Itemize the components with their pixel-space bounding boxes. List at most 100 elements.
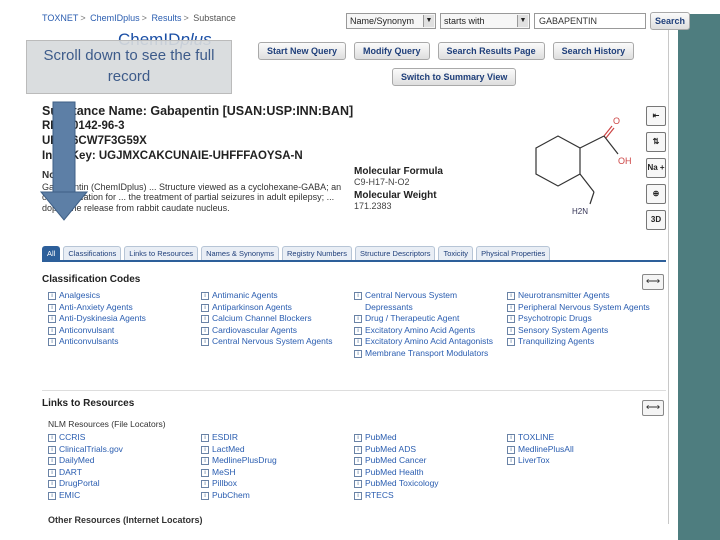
- list-item[interactable]: i Central Nervous System Agents: [201, 336, 354, 348]
- info-icon: i: [354, 338, 362, 346]
- list-item[interactable]: i Pillbox: [201, 478, 354, 490]
- links-column: i PubMed i PubMed ADS i PubMed Cancer i PubM…: [354, 432, 507, 501]
- search-results-page-button[interactable]: Search Results Page: [437, 42, 545, 60]
- expand-classification-button[interactable]: ⟷: [642, 274, 664, 290]
- nlm-resources-label: NLM Resources (File Locators): [48, 419, 166, 429]
- info-icon: i: [48, 434, 56, 442]
- breadcrumb-results[interactable]: Results: [151, 13, 181, 23]
- tab-names-synonyms[interactable]: Names & Synonyms: [201, 246, 280, 260]
- info-icon: i: [201, 491, 209, 500]
- list-item[interactable]: i Anticonvulsant: [48, 325, 201, 337]
- search-history-button[interactable]: Search History: [552, 42, 635, 60]
- list-item[interactable]: i Peripheral Nervous System Agents: [507, 302, 658, 314]
- list-item[interactable]: i TOXLINE: [507, 432, 658, 444]
- info-icon: i: [48, 468, 56, 477]
- list-item[interactable]: i Analgesics: [48, 290, 201, 302]
- breadcrumb-chemidplus[interactable]: ChemIDplus: [90, 13, 140, 23]
- list-item[interactable]: i Antiparkinson Agents: [201, 302, 354, 314]
- tab-links-to-resources[interactable]: Links to Resources: [124, 246, 199, 260]
- tab-toxicity[interactable]: Toxicity: [438, 246, 474, 260]
- tab-classifications[interactable]: Classifications: [63, 246, 122, 260]
- search-mode-select[interactable]: starts with ▼: [440, 13, 530, 29]
- info-icon: i: [201, 303, 209, 312]
- tab-physical-properties[interactable]: Physical Properties: [476, 246, 551, 260]
- list-item[interactable]: i MedlinePlusAll: [507, 444, 658, 456]
- list-item[interactable]: i LiverTox: [507, 455, 658, 467]
- list-item[interactable]: i PubChem: [201, 490, 354, 502]
- list-item[interactable]: i DART: [48, 467, 201, 479]
- links-title: Links to Resources: [42, 398, 135, 409]
- info-icon: i: [48, 326, 56, 335]
- modify-query-button[interactable]: Modify Query: [354, 42, 430, 60]
- list-item[interactable]: i Sensory System Agents: [507, 325, 658, 337]
- links-section: Links to Resources ⟷: [42, 398, 666, 416]
- 3d-view-button[interactable]: 3D: [646, 210, 666, 230]
- swap-icon[interactable]: ⇅: [646, 132, 666, 152]
- info-icon: i: [354, 491, 362, 500]
- list-item[interactable]: i ClinicalTrials.gov: [48, 444, 201, 456]
- info-icon: i: [354, 457, 362, 465]
- list-item[interactable]: i MeSH: [201, 467, 354, 479]
- expand-links-button[interactable]: ⟷: [642, 400, 664, 416]
- list-item[interactable]: i Cardiovascular Agents: [201, 325, 354, 337]
- info-icon: i: [201, 338, 209, 346]
- list-item[interactable]: i Neurotransmitter Agents: [507, 290, 658, 302]
- list-item[interactable]: i Antimanic Agents: [201, 290, 354, 302]
- switch-summary-view-button[interactable]: Switch to Summary View: [392, 68, 517, 86]
- tabs-underline: [42, 260, 666, 262]
- info-icon: i: [201, 480, 209, 488]
- tab-registry-numbers[interactable]: Registry Numbers: [282, 246, 353, 260]
- list-item[interactable]: i PubMed Toxicology: [354, 478, 507, 490]
- list-item[interactable]: i MedlinePlusDrug: [201, 455, 354, 467]
- info-icon: i: [507, 338, 515, 346]
- tab-all[interactable]: All: [42, 246, 61, 260]
- classification-section: Classification Codes ⟷: [42, 274, 666, 290]
- tab-structure-descriptors[interactable]: Structure Descriptors: [355, 246, 436, 260]
- search-field-select[interactable]: Name/Synonym ▼: [346, 13, 436, 29]
- list-item[interactable]: i Excitatory Amino Acid Agents: [354, 325, 507, 337]
- zoom-icon[interactable]: ⊕: [646, 184, 666, 204]
- formula-label: Molecular Formula: [354, 166, 443, 177]
- info-icon: i: [354, 315, 362, 323]
- oxygen-atom: O: [613, 116, 620, 126]
- list-item[interactable]: i PubMed Cancer: [354, 455, 507, 467]
- list-item[interactable]: i PubMed Health: [354, 467, 507, 479]
- exit-icon[interactable]: ⇤: [646, 106, 666, 126]
- info-icon: i: [48, 480, 56, 488]
- list-item[interactable]: i Excitatory Amino Acid Antagonists: [354, 336, 507, 348]
- list-item[interactable]: i CCRIS: [48, 432, 201, 444]
- list-item[interactable]: i Central Nervous System Depressants: [354, 290, 507, 313]
- list-item[interactable]: i PubMed: [354, 432, 507, 444]
- molecular-info: Molecular Formula C9-H17-N-O2 Molecular …: [354, 166, 504, 211]
- list-item[interactable]: i Drug / Therapeutic Agent: [354, 313, 507, 325]
- classification-column: i Central Nervous System Depressants i Dru…: [354, 290, 507, 359]
- list-item[interactable]: i Anticonvulsants: [48, 336, 201, 348]
- list-item[interactable]: i EMIC: [48, 490, 201, 502]
- list-item[interactable]: i Calcium Channel Blockers: [201, 313, 354, 325]
- breadcrumb-toxnet[interactable]: TOXNET: [42, 13, 78, 23]
- list-item[interactable]: i ESDIR: [201, 432, 354, 444]
- info-icon: i: [354, 292, 362, 300]
- list-item[interactable]: i RTECS: [354, 490, 507, 502]
- sodium-toggle-button[interactable]: Na +: [646, 158, 666, 178]
- list-item[interactable]: i PubMed ADS: [354, 444, 507, 456]
- list-item[interactable]: i Tranquilizing Agents: [507, 336, 658, 348]
- list-item[interactable]: i Membrane Transport Modulators: [354, 348, 507, 360]
- list-item[interactable]: i Psychotropic Drugs: [507, 313, 658, 325]
- search-button[interactable]: Search: [650, 12, 690, 30]
- info-icon: i: [354, 480, 362, 488]
- links-column: i ESDIR i LactMed i MedlinePlusDrug i MeSH i…: [201, 432, 354, 501]
- info-icon: i: [507, 445, 515, 454]
- list-item[interactable]: i Anti-Dyskinesia Agents: [48, 313, 201, 325]
- info-icon: i: [201, 292, 209, 300]
- list-item[interactable]: i DrugPortal: [48, 478, 201, 490]
- weight-label: Molecular Weight: [354, 190, 437, 201]
- start-new-query-button[interactable]: Start New Query: [258, 42, 347, 60]
- list-item[interactable]: i Anti-Anxiety Agents: [48, 302, 201, 314]
- chevron-down-icon: ▼: [423, 15, 434, 27]
- list-item[interactable]: i LactMed: [201, 444, 354, 456]
- search-input[interactable]: GABAPENTIN: [534, 13, 646, 29]
- breadcrumb: TOXNET > ChemIDplus > Results > Substance: [42, 13, 236, 23]
- list-item[interactable]: i DailyMed: [48, 455, 201, 467]
- info-icon: i: [507, 315, 515, 323]
